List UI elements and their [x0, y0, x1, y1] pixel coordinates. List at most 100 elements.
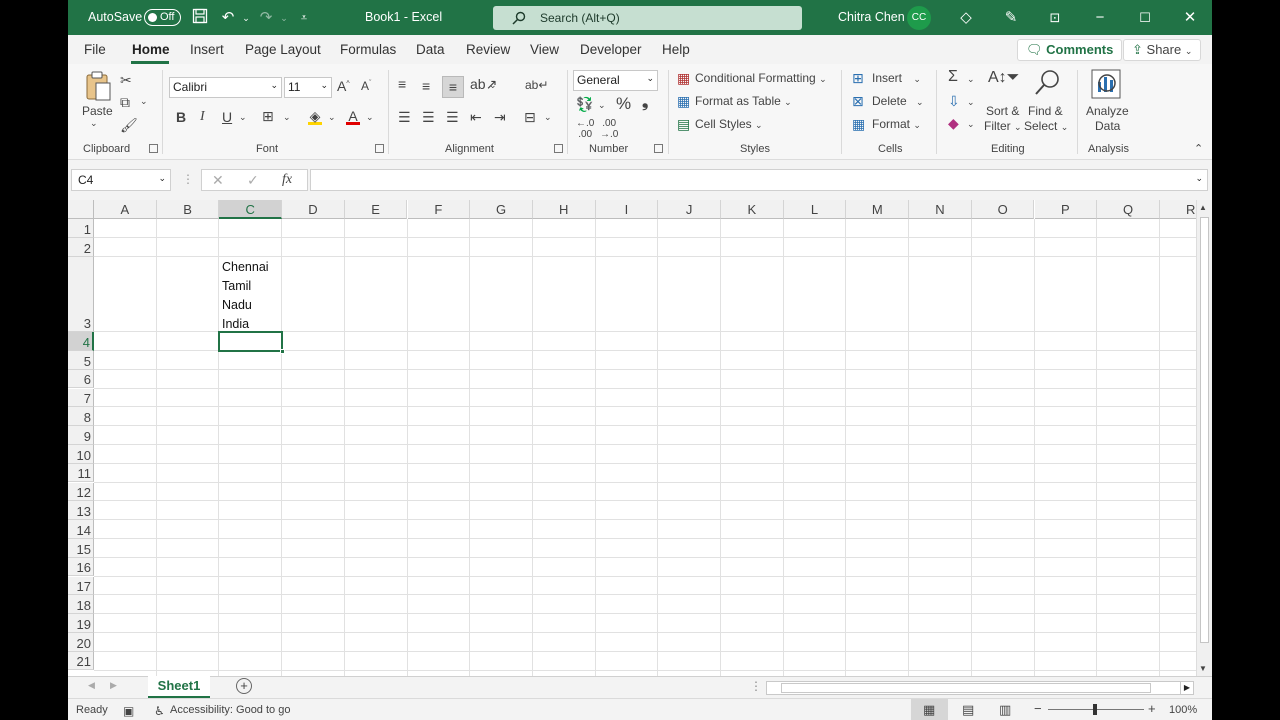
- collapse-ribbon-icon[interactable]: ⌃: [1194, 142, 1203, 155]
- align-top-icon[interactable]: ≡: [398, 76, 406, 92]
- align-right-icon[interactable]: ☰: [446, 109, 459, 126]
- paste-icon[interactable]: [83, 70, 113, 102]
- row-header[interactable]: 8: [68, 407, 94, 427]
- column-header[interactable]: M: [846, 200, 910, 219]
- column-header[interactable]: L: [783, 200, 847, 219]
- tab-review[interactable]: Review: [466, 42, 510, 57]
- page-layout-view-icon[interactable]: ▤: [962, 702, 974, 718]
- scroll-right-icon[interactable]: ▶: [1180, 681, 1194, 695]
- insert-cells-icon[interactable]: ⊞: [852, 70, 864, 87]
- copy-icon[interactable]: ⧉: [120, 94, 130, 111]
- copy-dropdown-icon[interactable]: ⌄: [140, 96, 148, 107]
- tab-home[interactable]: Home: [132, 42, 170, 57]
- decrease-indent-icon[interactable]: ⇤: [470, 109, 482, 126]
- zoom-out-button[interactable]: −: [1034, 701, 1042, 716]
- tab-view[interactable]: View: [530, 42, 559, 57]
- font-color-icon[interactable]: A: [346, 108, 360, 125]
- italic-button[interactable]: I: [200, 109, 205, 125]
- column-header[interactable]: K: [721, 200, 784, 219]
- format-cells-icon[interactable]: ▦: [852, 116, 865, 133]
- next-sheet-icon[interactable]: ▶: [110, 680, 117, 691]
- paste-label[interactable]: Paste: [82, 104, 113, 118]
- sort-filter-label-1[interactable]: Sort &: [986, 104, 1019, 118]
- delete-cells-button[interactable]: Delete ⌄: [872, 94, 924, 108]
- cell-styles-button[interactable]: Cell Styles ⌄: [695, 117, 763, 131]
- name-box[interactable]: C4 ⌄: [71, 169, 171, 191]
- align-middle-icon[interactable]: ≡: [422, 78, 430, 94]
- share-button[interactable]: ⇪ Share ⌄: [1123, 39, 1202, 61]
- merge-center-icon[interactable]: ⊟: [524, 109, 536, 126]
- minimize-icon[interactable]: −: [1090, 8, 1110, 28]
- format-as-table-button[interactable]: Format as Table ⌄: [695, 94, 792, 108]
- find-select-label-1[interactable]: Find &: [1028, 104, 1063, 118]
- accessibility-icon[interactable]: ♿: [154, 704, 165, 718]
- pen-icon[interactable]: ✎: [1001, 8, 1021, 28]
- autosum-icon[interactable]: Σ: [948, 68, 958, 86]
- row-header[interactable]: 16: [68, 557, 94, 577]
- comma-style-icon[interactable]: ❟: [642, 94, 648, 112]
- add-sheet-button[interactable]: +: [236, 678, 252, 694]
- format-as-table-icon[interactable]: ▦: [677, 93, 690, 110]
- clear-icon[interactable]: ◆: [948, 115, 959, 132]
- accounting-dropdown-icon[interactable]: ⌄: [598, 100, 606, 111]
- number-format-select[interactable]: General ⌄: [573, 70, 658, 91]
- insert-cells-button[interactable]: Insert ⌄: [872, 71, 921, 85]
- customize-toolbar-icon[interactable]: ⩡: [294, 8, 314, 28]
- autosum-dropdown-icon[interactable]: ⌄: [967, 74, 975, 85]
- close-icon[interactable]: ✕: [1180, 8, 1200, 28]
- font-size-select[interactable]: 11 ⌄: [284, 77, 332, 98]
- column-header[interactable]: J: [658, 200, 721, 219]
- format-painter-icon[interactable]: 🖌: [120, 117, 138, 134]
- increase-indent-icon[interactable]: ⇥: [494, 109, 506, 126]
- tab-data[interactable]: Data: [416, 42, 445, 57]
- avatar[interactable]: CC: [907, 6, 931, 30]
- conditional-formatting-button[interactable]: Conditional Formatting ⌄: [695, 71, 827, 85]
- spreadsheet-grid[interactable]: ABCDEFGHIJKLMNOPQR 1 2 3 4 5 6 7 8 9 10 11 12 13 14 15…: [68, 200, 1196, 676]
- align-left-icon[interactable]: ☰: [398, 109, 411, 126]
- prev-sheet-icon[interactable]: ◀: [88, 680, 95, 691]
- comments-button[interactable]: 🗨 Comments: [1017, 39, 1123, 61]
- column-header[interactable]: R: [1159, 200, 1196, 219]
- column-header[interactable]: H: [532, 200, 596, 219]
- clear-dropdown-icon[interactable]: ⌄: [967, 119, 975, 130]
- sheet-tab-sheet1[interactable]: Sheet1: [148, 676, 210, 698]
- row-header[interactable]: 1: [68, 219, 94, 238]
- analyze-data-label-2[interactable]: Data: [1095, 119, 1120, 133]
- row-header[interactable]: 3: [68, 256, 94, 333]
- zoom-in-button[interactable]: +: [1148, 701, 1156, 716]
- find-select-icon[interactable]: [1032, 68, 1062, 101]
- active-cell-c4[interactable]: [218, 331, 285, 354]
- tab-formulas[interactable]: Formulas: [340, 42, 396, 57]
- autosave-toggle[interactable]: Off: [144, 9, 181, 26]
- column-header[interactable]: O: [971, 200, 1035, 219]
- insert-function-icon[interactable]: fx: [282, 172, 292, 188]
- fill-handle[interactable]: [280, 349, 285, 354]
- fill-dropdown-icon[interactable]: ⌄: [328, 112, 336, 123]
- row-header[interactable]: 21: [68, 651, 94, 671]
- increase-font-icon[interactable]: A^: [337, 78, 350, 94]
- analyze-data-label-1[interactable]: Analyze: [1086, 104, 1129, 118]
- page-break-view-icon[interactable]: ▥: [999, 702, 1011, 718]
- column-header[interactable]: N: [909, 200, 972, 219]
- wrap-text-icon[interactable]: ab↵: [525, 78, 548, 92]
- row-header[interactable]: 18: [68, 595, 94, 615]
- formula-input[interactable]: ⌄: [310, 169, 1208, 191]
- column-header[interactable]: A: [94, 200, 157, 219]
- scroll-down-icon[interactable]: ▼: [1199, 664, 1207, 673]
- tab-help[interactable]: Help: [662, 42, 690, 57]
- column-header[interactable]: F: [407, 200, 471, 219]
- row-header[interactable]: 7: [68, 388, 94, 408]
- zoom-level[interactable]: 100%: [1169, 704, 1197, 716]
- row-header[interactable]: 6: [68, 369, 94, 389]
- undo-icon[interactable]: ↶: [218, 8, 238, 28]
- underline-button[interactable]: U: [222, 109, 232, 125]
- number-launcher-icon[interactable]: [654, 144, 663, 153]
- align-bottom-icon[interactable]: ≡: [442, 76, 464, 98]
- row-header[interactable]: 14: [68, 520, 94, 539]
- column-header[interactable]: Q: [1097, 200, 1160, 219]
- horizontal-scrollbar[interactable]: [766, 681, 1194, 695]
- column-header[interactable]: C: [219, 200, 283, 219]
- underline-dropdown-icon[interactable]: ⌄: [239, 112, 247, 123]
- search-box[interactable]: Search (Alt+Q): [493, 6, 802, 30]
- fill-icon[interactable]: ⇩: [948, 93, 960, 110]
